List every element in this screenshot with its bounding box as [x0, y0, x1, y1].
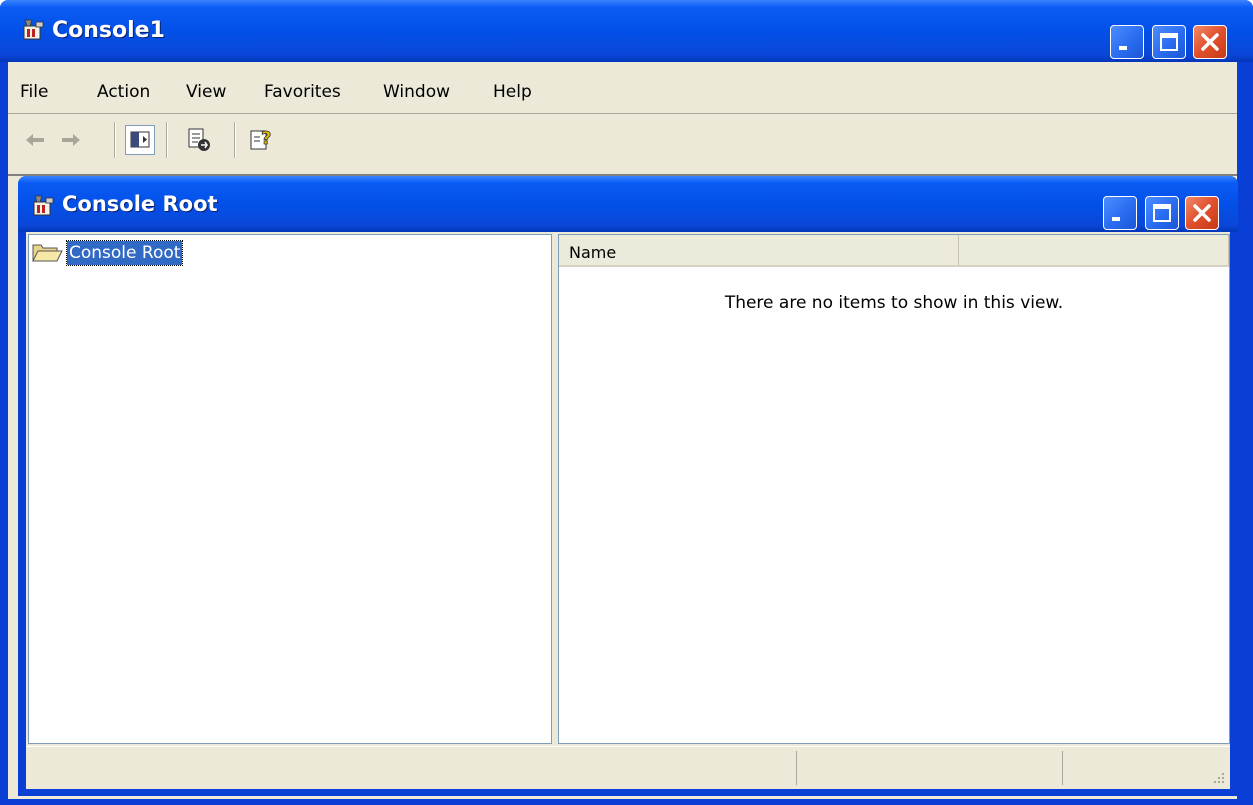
- console-tree-pane[interactable]: Console Root: [28, 234, 552, 744]
- mmc-console-icon: [33, 195, 54, 216]
- child-window-title-bar[interactable]: Console Root: [18, 176, 1238, 232]
- forward-button[interactable]: [56, 125, 86, 155]
- child-close-button[interactable]: [1185, 196, 1219, 230]
- minimize-icon: [1112, 217, 1120, 221]
- main-window: Console1 File Action View Favorites Wind…: [0, 0, 1253, 805]
- status-panel: [796, 751, 1062, 785]
- menu-file[interactable]: File: [20, 82, 48, 102]
- status-bar: [26, 746, 1230, 789]
- export-list-button[interactable]: [184, 125, 214, 155]
- window-title-bar[interactable]: Console1: [0, 0, 1253, 62]
- export-list-icon: [188, 128, 210, 151]
- results-list-pane[interactable]: Name There are no items to show in this …: [558, 234, 1230, 744]
- mmc-console-icon: [23, 19, 44, 40]
- svg-text:?: ?: [261, 128, 271, 149]
- menu-favorites[interactable]: Favorites: [264, 82, 341, 102]
- maximize-button[interactable]: [1152, 25, 1186, 59]
- show-hide-console-tree-icon: [130, 131, 150, 148]
- menu-window[interactable]: Window: [383, 82, 450, 102]
- toolbar-separator: [166, 122, 168, 158]
- minimize-button[interactable]: [1110, 25, 1144, 59]
- status-panel: [1062, 751, 1230, 785]
- back-button[interactable]: [20, 125, 50, 155]
- menu-view[interactable]: View: [186, 82, 226, 102]
- window-client-area: File Action View Favorites Window Help ?…: [8, 62, 1238, 799]
- child-window-title: Console Root: [62, 192, 218, 216]
- close-button[interactable]: [1193, 25, 1227, 59]
- menu-bar: File Action View Favorites Window Help: [8, 62, 1237, 112]
- menu-action[interactable]: Action: [97, 82, 150, 102]
- column-header-blank[interactable]: [959, 235, 1229, 267]
- resize-grip-icon[interactable]: [1210, 769, 1226, 785]
- toolbar-separator: [114, 122, 116, 158]
- menu-help[interactable]: Help: [493, 82, 532, 102]
- window-title: Console1: [52, 18, 165, 43]
- folder-open-icon: [32, 244, 63, 262]
- maximize-icon: [1160, 33, 1178, 51]
- forward-arrow-icon: [62, 134, 80, 146]
- minimize-icon: [1119, 46, 1127, 50]
- mdi-workspace: Console Root Console Root Name There are…: [8, 174, 1238, 799]
- show-hide-tree-button[interactable]: [125, 125, 155, 155]
- tree-item-label: Console Root: [65, 240, 184, 266]
- maximize-icon: [1153, 204, 1171, 222]
- close-icon: [1193, 204, 1211, 222]
- column-header-label: Name: [569, 243, 617, 262]
- help-button[interactable]: ?: [246, 125, 276, 155]
- help-icon: ?: [250, 128, 272, 150]
- toolbar: ?: [8, 114, 1237, 166]
- empty-view-message: There are no items to show in this view.: [724, 293, 1064, 313]
- column-header-name[interactable]: Name: [559, 235, 959, 267]
- back-arrow-icon: [26, 134, 44, 146]
- child-window: Console Root Console Root Name There are…: [18, 176, 1238, 796]
- toolbar-separator: [234, 122, 236, 158]
- status-panel: [26, 751, 796, 785]
- child-minimize-button[interactable]: [1103, 196, 1137, 230]
- child-maximize-button[interactable]: [1145, 196, 1179, 230]
- close-icon: [1201, 33, 1219, 51]
- child-window-client: Console Root Name There are no items to …: [26, 232, 1230, 789]
